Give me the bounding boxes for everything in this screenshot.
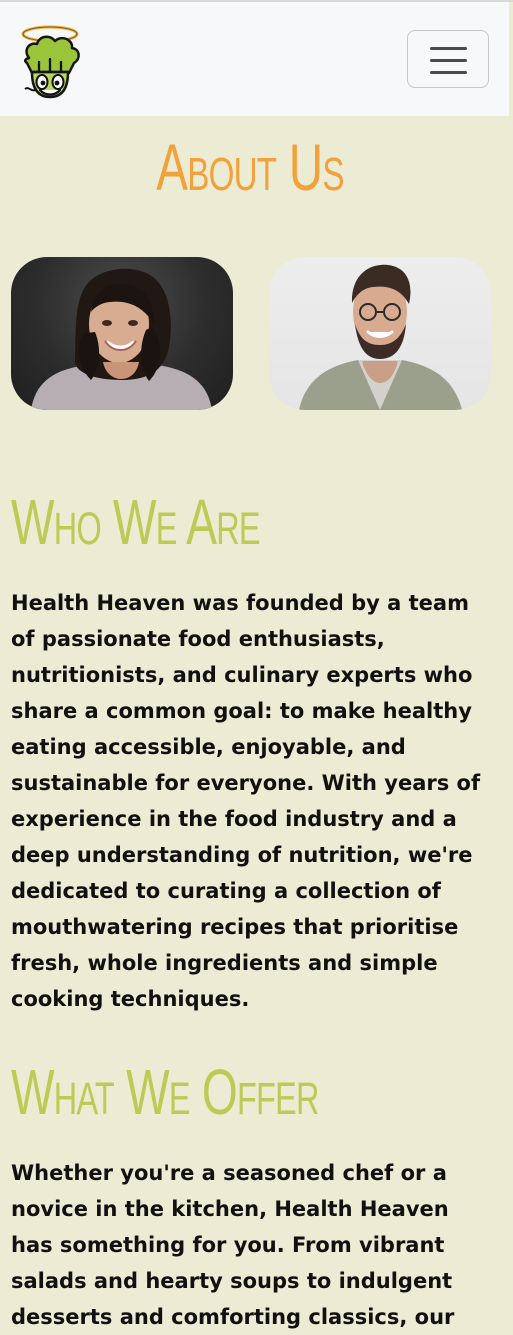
- navbar: [0, 2, 513, 116]
- hamburger-icon-line-middle: [430, 59, 467, 62]
- chef-logo-icon[interactable]: [17, 24, 83, 102]
- menu-toggle-button[interactable]: [407, 30, 489, 88]
- what-we-offer-paragraph: Whether you're a seasoned chef or a novi…: [11, 1161, 455, 1329]
- page-title: About Us: [156, 130, 344, 204]
- hamburger-icon-line-top: [430, 47, 467, 50]
- who-we-are-heading: Who We Are: [11, 486, 261, 558]
- woman-portrait-icon: [31, 268, 212, 410]
- team-photo-woman: [11, 257, 233, 410]
- hamburger-icon-line-bottom: [430, 71, 467, 74]
- what-we-offer-heading: What We Offer: [11, 1056, 319, 1128]
- who-we-are-paragraph: Health Heaven was founded by a team of p…: [11, 591, 481, 1011]
- man-portrait-icon: [299, 264, 462, 410]
- team-photo-man: [269, 257, 491, 410]
